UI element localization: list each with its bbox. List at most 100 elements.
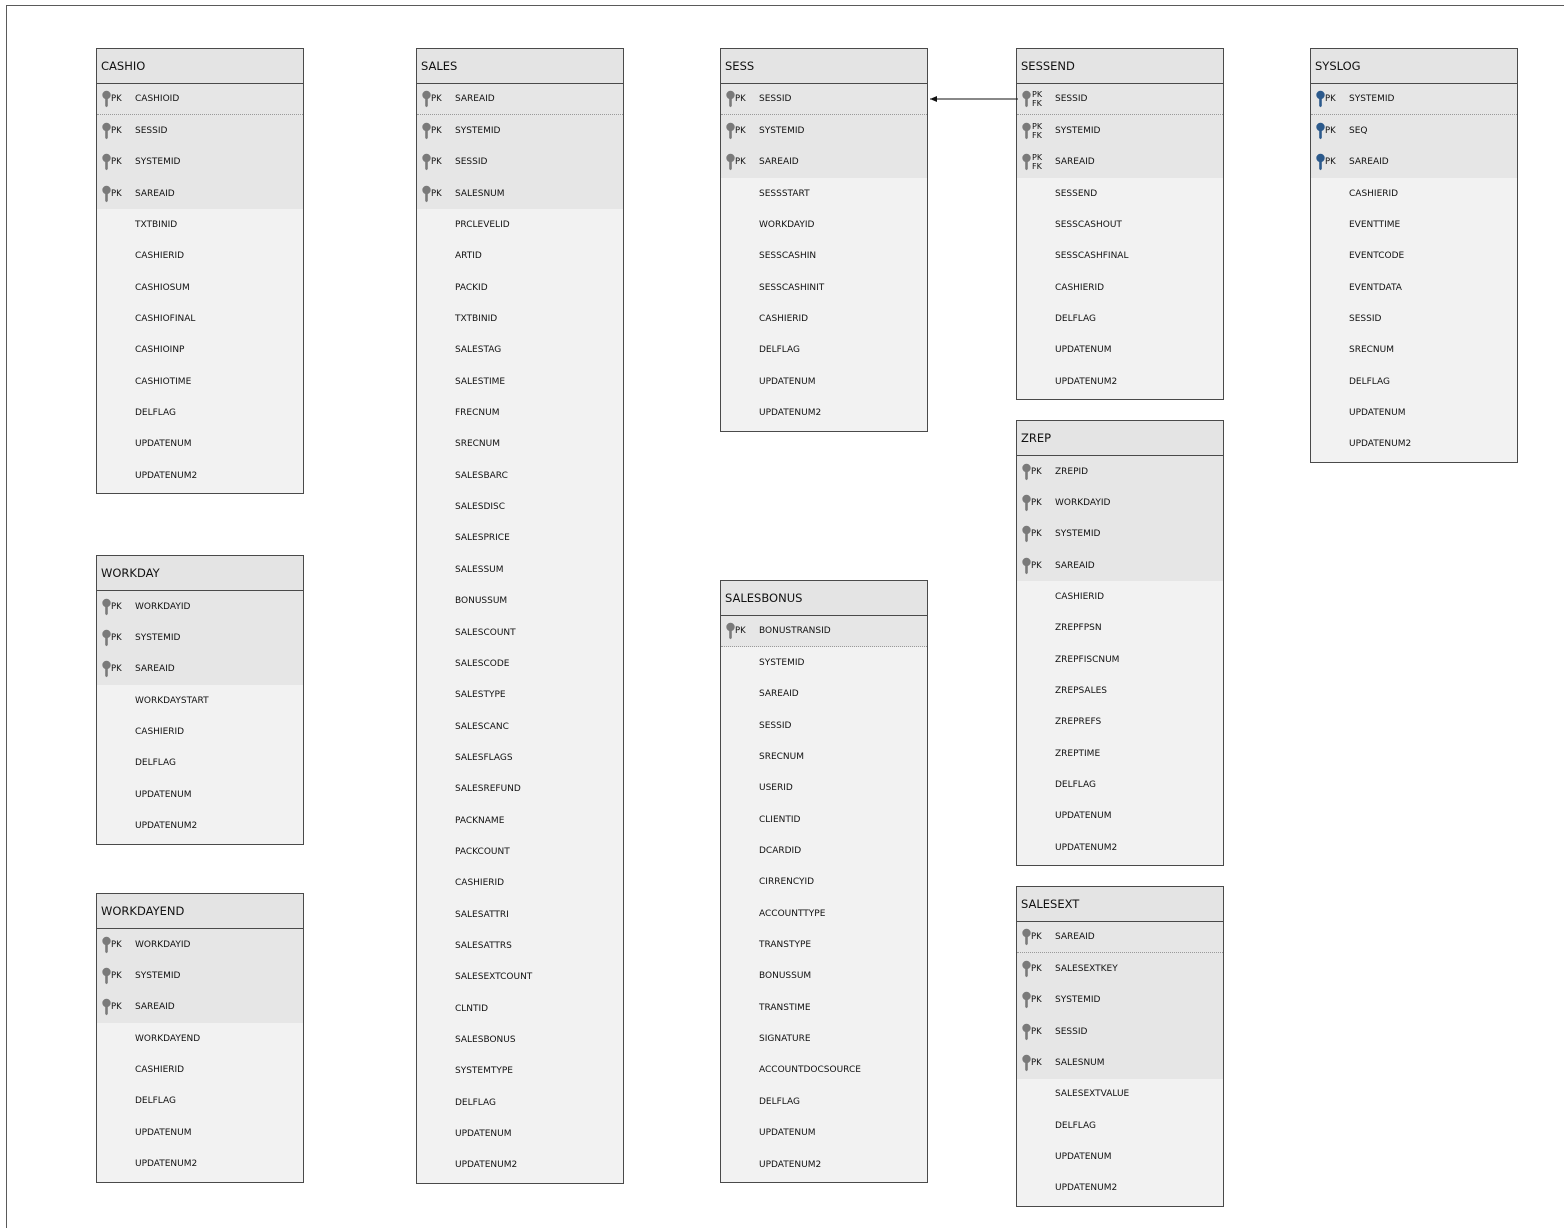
key-field-row[interactable]: PK BONUSTRANSID xyxy=(721,616,927,648)
field-row[interactable]: UPDATENUM2 xyxy=(97,810,303,841)
field-row[interactable]: CASHIERID xyxy=(1017,581,1223,612)
key-field-row[interactable]: PK SESSID xyxy=(417,147,623,178)
field-row[interactable]: SESSEND xyxy=(1017,178,1223,209)
key-field-row[interactable]: PK ZREPID xyxy=(1017,456,1223,487)
field-row[interactable]: ZREPSALES xyxy=(1017,675,1223,706)
key-field-row[interactable]: PK SAREAID xyxy=(1017,922,1223,954)
key-field-row[interactable]: PK SYSTEMID xyxy=(417,115,623,146)
field-row[interactable]: UPDATENUM2 xyxy=(721,397,927,428)
field-row[interactable]: SESSCASHIN xyxy=(721,241,927,272)
field-row[interactable]: CASHIOSUM xyxy=(97,272,303,303)
key-field-row[interactable]: PK SEQ xyxy=(1311,115,1517,146)
field-row[interactable]: BONUSSUM xyxy=(721,961,927,992)
field-row[interactable]: SALESBARC xyxy=(417,460,623,491)
entity-sales[interactable]: SALES PK SAREAID PK SYSTEMID PK SESSID PK SALES… xyxy=(416,48,624,1185)
key-field-row[interactable]: PK SAREAID xyxy=(1017,550,1223,581)
field-row[interactable]: CLIENTID xyxy=(721,804,927,835)
field-row[interactable]: DELFLAG xyxy=(1311,366,1517,397)
field-row[interactable]: CASHIOINP xyxy=(97,335,303,366)
field-row[interactable]: CASHIERID xyxy=(97,716,303,747)
entity-sessend[interactable]: SESSEND PK FK SESSID PK FK SYSTEMID PK FK SAREAI… xyxy=(1016,48,1224,401)
key-field-row[interactable]: PK SAREAID xyxy=(97,178,303,209)
field-row[interactable]: SRECNUM xyxy=(417,429,623,460)
field-row[interactable]: PRCLEVELID xyxy=(417,209,623,240)
key-field-row[interactable]: PK SESSID xyxy=(97,115,303,146)
field-row[interactable]: USERID xyxy=(721,773,927,804)
field-row[interactable]: UPDATENUM xyxy=(1017,1141,1223,1172)
field-row[interactable]: BONUSSUM xyxy=(417,586,623,617)
field-row[interactable]: UPDATENUM xyxy=(97,1117,303,1148)
field-row[interactable]: SYSTEMID xyxy=(721,647,927,678)
field-row[interactable]: WORKDAYSTART xyxy=(97,685,303,716)
field-row[interactable]: DCARDID xyxy=(721,835,927,866)
field-row[interactable]: TRANSTIME xyxy=(721,992,927,1023)
field-row[interactable]: PACKNAME xyxy=(417,805,623,836)
field-row[interactable]: SALESDISC xyxy=(417,491,623,522)
field-row[interactable]: CASHIERID xyxy=(97,241,303,272)
field-row[interactable]: UPDATENUM xyxy=(417,1118,623,1149)
field-row[interactable]: DELFLAG xyxy=(97,397,303,428)
field-row[interactable]: DELFLAG xyxy=(97,1086,303,1117)
entity-salesext[interactable]: SALESEXT PK SAREAID PK SALESEXTKEY PK SYSTEMI… xyxy=(1016,886,1224,1208)
field-row[interactable]: TXTBINID xyxy=(417,303,623,334)
field-row[interactable]: UPDATENUM xyxy=(721,1118,927,1149)
field-row[interactable]: UPDATENUM xyxy=(721,366,927,397)
entity-syslog[interactable]: SYSLOG PK SYSTEMID PK SEQ PK SAREAID CASHIERI… xyxy=(1310,48,1518,464)
key-field-row[interactable]: PK WORKDAYID xyxy=(1017,487,1223,518)
field-row[interactable]: TXTBINID xyxy=(97,209,303,240)
key-field-row[interactable]: PK SYSTEMID xyxy=(97,622,303,653)
field-row[interactable]: SALESPRICE xyxy=(417,523,623,554)
field-row[interactable]: UPDATENUM xyxy=(1017,335,1223,366)
field-row[interactable]: CASHIERID xyxy=(1017,272,1223,303)
field-row[interactable]: WORKDAYEND xyxy=(97,1023,303,1054)
field-row[interactable]: SESSID xyxy=(1311,303,1517,334)
field-row[interactable]: ZREPREFS xyxy=(1017,707,1223,738)
field-row[interactable]: SAREAID xyxy=(721,679,927,710)
field-row[interactable]: SESSSTART xyxy=(721,178,927,209)
field-row[interactable]: SRECNUM xyxy=(1311,335,1517,366)
field-row[interactable]: DELFLAG xyxy=(1017,769,1223,800)
field-row[interactable]: SALESCOUNT xyxy=(417,617,623,648)
key-field-row[interactable]: PK SESSID xyxy=(721,84,927,116)
field-row[interactable]: ZREPTIME xyxy=(1017,738,1223,769)
field-row[interactable]: SALESTAG xyxy=(417,335,623,366)
key-field-row[interactable]: PK FK SYSTEMID xyxy=(1017,115,1223,146)
field-row[interactable]: CLNTID xyxy=(417,993,623,1024)
key-field-row[interactable]: PK SAREAID xyxy=(417,84,623,116)
field-row[interactable]: SESSCASHFINAL xyxy=(1017,241,1223,272)
field-row[interactable]: UPDATENUM2 xyxy=(1017,366,1223,397)
field-row[interactable]: UPDATENUM xyxy=(1311,397,1517,428)
field-row[interactable]: UPDATENUM2 xyxy=(1017,1173,1223,1204)
key-field-row[interactable]: PK SESSID xyxy=(1017,1016,1223,1047)
field-row[interactable]: SALESSUM xyxy=(417,554,623,585)
key-field-row[interactable]: PK WORKDAYID xyxy=(97,591,303,622)
field-row[interactable]: SALESTYPE xyxy=(417,680,623,711)
field-row[interactable]: CASHIOTIME xyxy=(97,366,303,397)
key-field-row[interactable]: PK SYSTEMID xyxy=(1017,519,1223,550)
field-row[interactable]: DELFLAG xyxy=(417,1087,623,1118)
field-row[interactable]: CIRRENCYID xyxy=(721,867,927,898)
key-field-row[interactable]: PK SYSTEMID xyxy=(97,147,303,178)
field-row[interactable]: SALESFLAGS xyxy=(417,742,623,773)
field-row[interactable]: CASHIERID xyxy=(1311,178,1517,209)
key-field-row[interactable]: PK WORKDAYID xyxy=(97,929,303,960)
field-row[interactable]: SALESEXTVALUE xyxy=(1017,1079,1223,1110)
field-row[interactable]: SALESATTRS xyxy=(417,930,623,961)
field-row[interactable]: CASHIOFINAL xyxy=(97,303,303,334)
entity-cashio[interactable]: CASHIO PK CASHIOID PK SESSID PK SYSTEMID PK SAR… xyxy=(96,48,304,495)
field-row[interactable]: UPDATENUM2 xyxy=(417,1150,623,1181)
field-row[interactable]: CASHIERID xyxy=(97,1054,303,1085)
key-field-row[interactable]: PK SAREAID xyxy=(721,147,927,178)
field-row[interactable]: UPDATENUM2 xyxy=(721,1149,927,1180)
field-row[interactable]: CASHIERID xyxy=(721,303,927,334)
key-field-row[interactable]: PK SYSTEMID xyxy=(97,960,303,991)
field-row[interactable]: SYSTEMTYPE xyxy=(417,1056,623,1087)
field-row[interactable]: DELFLAG xyxy=(721,335,927,366)
field-row[interactable]: SALESCODE xyxy=(417,648,623,679)
field-row[interactable]: SALESEXTCOUNT xyxy=(417,962,623,993)
field-row[interactable]: SALESREFUND xyxy=(417,774,623,805)
field-row[interactable]: SALESCANC xyxy=(417,711,623,742)
field-row[interactable]: PACKID xyxy=(417,272,623,303)
field-row[interactable]: PACKCOUNT xyxy=(417,836,623,867)
key-field-row[interactable]: PK SALESNUM xyxy=(1017,1047,1223,1078)
